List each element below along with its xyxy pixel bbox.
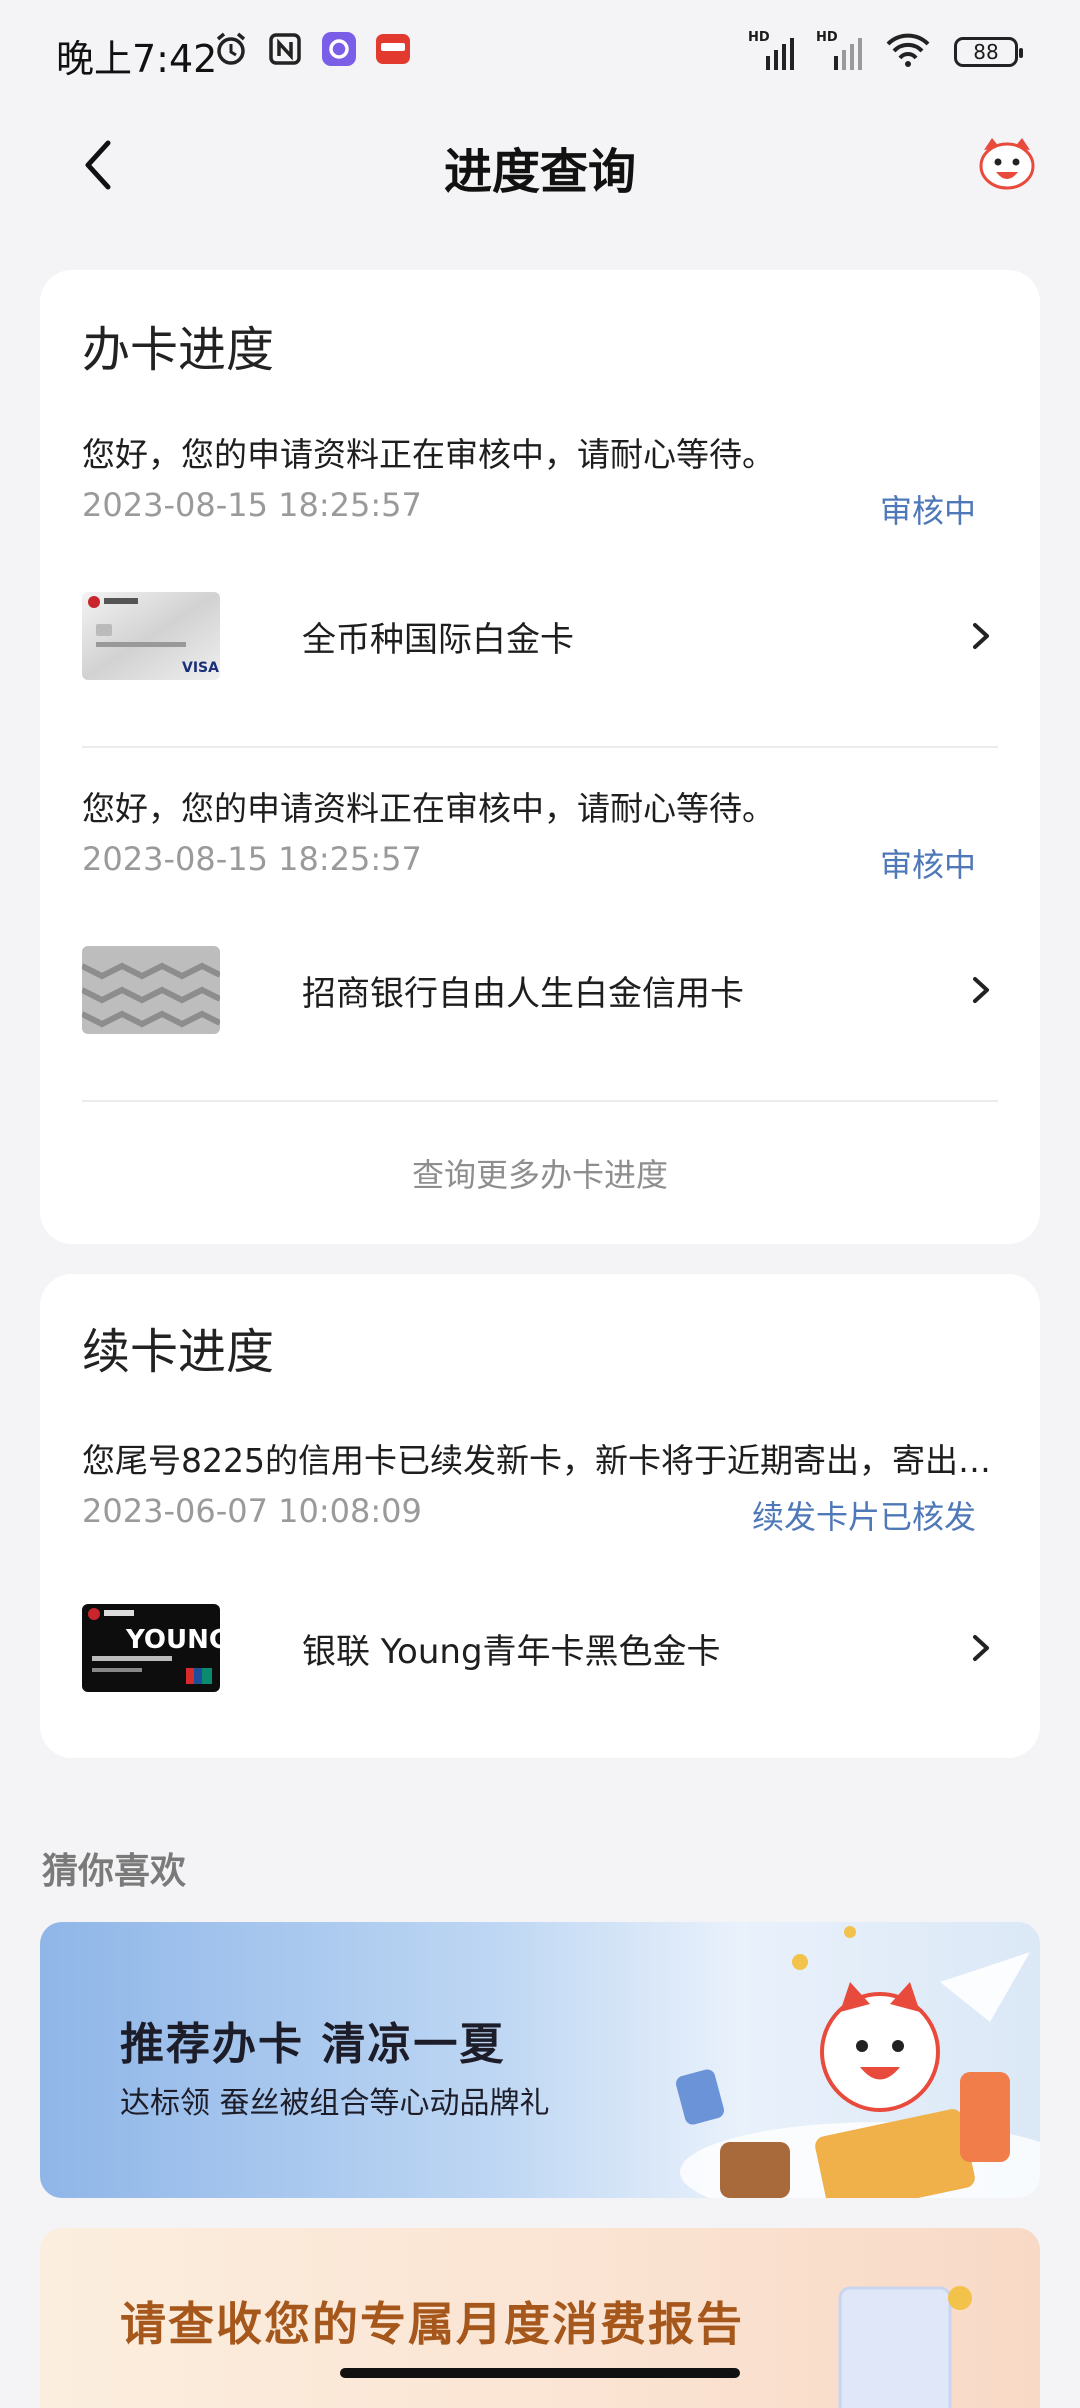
apply-timestamp: 2023-08-15 18:25:57 [82, 840, 422, 878]
promo-banner-monthly-report[interactable]: 请查收您的专属月度消费报告 [40, 2228, 1040, 2408]
more-apply-progress-link[interactable]: 查询更多办卡进度 [40, 1150, 1040, 1196]
status-icons-left [212, 30, 412, 68]
divider [82, 746, 998, 748]
renew-progress-title: 续卡进度 [82, 1324, 275, 1380]
signal-icon-2: HD [816, 30, 862, 70]
mascot-assistant-button[interactable] [974, 132, 1040, 198]
wifi-icon [884, 32, 932, 72]
apply-card-item[interactable]: VISA 全币种国际白金卡 [82, 592, 998, 692]
app-notification-icon-2 [374, 30, 412, 68]
chevron-right-icon [962, 618, 998, 654]
apply-progress-title: 办卡进度 [82, 322, 275, 378]
banner-title: 推荐办卡 清凉一夏 [120, 2019, 506, 2070]
promo-illustration [676, 1926, 1040, 2198]
promo-banner-card-apply[interactable]: 推荐办卡 清凉一夏 达标领 蚕丝被组合等心动品牌礼 [40, 1922, 1040, 2198]
apply-message: 您好，您的申请资料正在审核中，请耐心等待。 [82, 435, 775, 474]
nav-bar: 进度查询 [0, 110, 1080, 220]
card-thumbnail: VISA [82, 592, 220, 680]
divider [82, 1100, 998, 1102]
signal-icon: HD [748, 30, 794, 70]
home-indicator[interactable] [340, 2368, 740, 2378]
renew-card-item[interactable]: YOUNG 银联 Young青年卡黑色金卡 [82, 1604, 998, 1704]
recommend-section-title: 猜你喜欢 [42, 1851, 187, 1892]
status-bar: 晚上7:42 HD HD 88 [0, 0, 1080, 100]
page-title: 进度查询 [443, 144, 636, 200]
apply-status-badge: 审核中 [879, 492, 976, 530]
card-thumbnail [82, 946, 220, 1034]
card-thumbnail: YOUNG [82, 1604, 220, 1692]
app-notification-icon [320, 30, 358, 68]
chevron-right-icon [962, 972, 998, 1008]
renew-progress-card: 续卡进度 您尾号8225的信用卡已续发新卡，新卡将于近期寄出，寄出… 2023-… [40, 1274, 1040, 1758]
battery-icon: 88 [954, 37, 1023, 67]
status-time: 晚上7:42 [56, 37, 218, 81]
alarm-icon [212, 30, 250, 68]
chevron-right-icon [962, 1630, 998, 1666]
nfc-icon [266, 30, 304, 68]
apply-timestamp: 2023-08-15 18:25:57 [82, 486, 422, 524]
banner-subtitle: 达标领 蚕丝被组合等心动品牌礼 [120, 2086, 550, 2121]
svg-text:VISA: VISA [182, 660, 219, 676]
card-name: 招商银行自由人生白金信用卡 [302, 974, 744, 1014]
banner-title: 请查收您的专属月度消费报告 [120, 2297, 744, 2351]
status-icons-right: HD HD 88 [748, 30, 1023, 72]
apply-status-badge: 审核中 [879, 846, 976, 884]
apply-progress-card: 办卡进度 您好，您的申请资料正在审核中，请耐心等待。 2023-08-15 18… [40, 270, 1040, 1244]
renew-timestamp: 2023-06-07 10:08:09 [82, 1492, 422, 1530]
apply-card-item[interactable]: 招商银行自由人生白金信用卡 [82, 946, 998, 1046]
card-name: 银联 Young青年卡黑色金卡 [302, 1632, 721, 1672]
cat-mascot-icon [979, 138, 1035, 190]
apply-message: 您好，您的申请资料正在审核中，请耐心等待。 [82, 789, 775, 828]
renew-status-badge: 续发卡片已核发 [751, 1498, 976, 1536]
svg-text:YOUNG: YOUNG [125, 1625, 220, 1655]
report-illustration [838, 2286, 972, 2408]
renew-message: 您尾号8225的信用卡已续发新卡，新卡将于近期寄出，寄出… [82, 1441, 991, 1480]
card-name: 全币种国际白金卡 [302, 620, 574, 660]
